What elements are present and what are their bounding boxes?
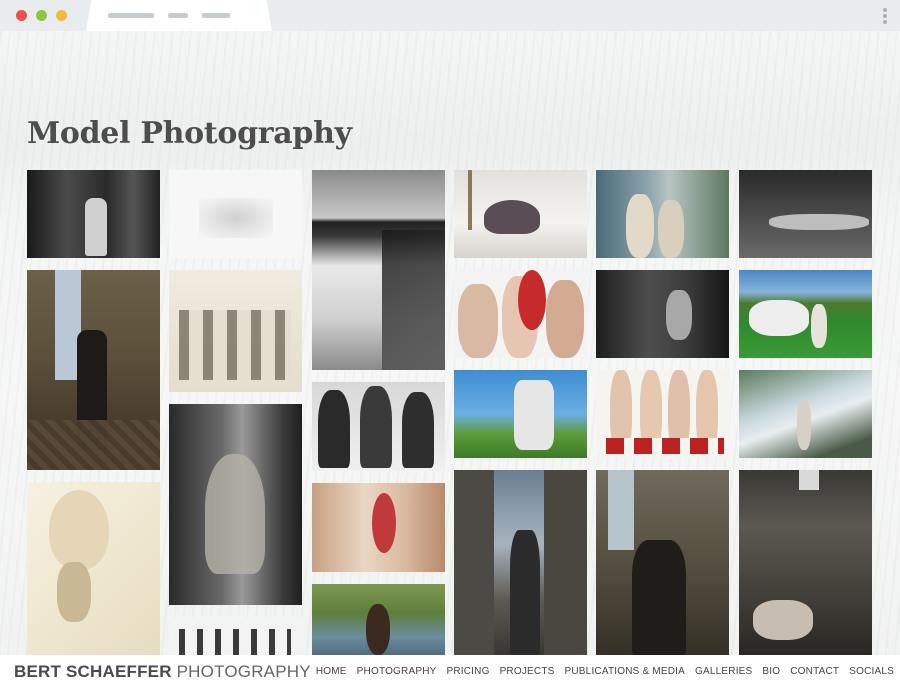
maximize-window-dot[interactable] bbox=[56, 10, 67, 21]
close-window-dot[interactable] bbox=[16, 10, 27, 21]
gallery-photo[interactable] bbox=[739, 170, 872, 258]
nav-home[interactable]: HOME bbox=[316, 666, 347, 677]
brand-name: BERT SCHAEFFER bbox=[14, 662, 172, 681]
minimize-window-dot[interactable] bbox=[36, 10, 47, 21]
gallery-photo[interactable] bbox=[454, 470, 587, 655]
site-logo[interactable]: BERT SCHAEFFER PHOTOGRAPHY bbox=[14, 662, 311, 682]
nav-bio[interactable]: BIO bbox=[762, 666, 780, 677]
gallery-photo[interactable] bbox=[169, 270, 302, 392]
nav-projects[interactable]: PROJECTS bbox=[500, 666, 555, 677]
gallery-photo[interactable] bbox=[596, 170, 729, 258]
gallery-photo[interactable] bbox=[312, 584, 445, 655]
tab-placeholder-bar bbox=[168, 13, 188, 18]
main-nav: HOME PHOTOGRAPHY PRICING PROJECTS PUBLIC… bbox=[316, 666, 894, 677]
nav-galleries[interactable]: GALLERIES bbox=[695, 666, 752, 677]
nav-publications-media[interactable]: PUBLICATIONS & MEDIA bbox=[565, 666, 686, 677]
gallery-photo[interactable] bbox=[739, 370, 872, 458]
nav-pricing[interactable]: PRICING bbox=[446, 666, 489, 677]
gallery-photo[interactable] bbox=[27, 482, 160, 655]
gallery-photo[interactable] bbox=[169, 617, 302, 655]
gallery-photo[interactable] bbox=[312, 483, 445, 572]
gallery-photo[interactable] bbox=[454, 170, 587, 258]
browser-tab[interactable] bbox=[86, 0, 272, 31]
gallery-photo[interactable] bbox=[739, 270, 872, 358]
brand-suffix: PHOTOGRAPHY bbox=[176, 662, 311, 681]
gallery-photo[interactable] bbox=[169, 404, 302, 605]
gallery-photo[interactable] bbox=[312, 382, 445, 471]
nav-contact[interactable]: CONTACT bbox=[790, 666, 839, 677]
tab-placeholder-bar bbox=[202, 13, 230, 18]
nav-photography[interactable]: PHOTOGRAPHY bbox=[357, 666, 437, 677]
gallery-photo[interactable] bbox=[454, 270, 587, 358]
gallery-photo[interactable] bbox=[312, 170, 445, 370]
gallery-photo[interactable] bbox=[739, 470, 872, 655]
nav-socials[interactable]: SOCIALS bbox=[849, 666, 894, 677]
browser-chrome bbox=[0, 0, 900, 31]
gallery-photo[interactable] bbox=[596, 470, 729, 655]
gallery-photo[interactable] bbox=[27, 270, 160, 470]
gallery-photo[interactable] bbox=[169, 170, 302, 258]
site-footer: BERT SCHAEFFER PHOTOGRAPHY HOME PHOTOGRA… bbox=[0, 655, 900, 688]
page-title: Model Photography bbox=[27, 116, 352, 151]
gallery-photo[interactable] bbox=[596, 270, 729, 358]
gallery-photo[interactable] bbox=[596, 370, 729, 458]
tab-placeholder-bar bbox=[108, 13, 154, 18]
gallery-photo[interactable] bbox=[27, 170, 160, 258]
gallery-photo[interactable] bbox=[454, 370, 587, 458]
browser-menu-icon[interactable] bbox=[883, 8, 887, 26]
